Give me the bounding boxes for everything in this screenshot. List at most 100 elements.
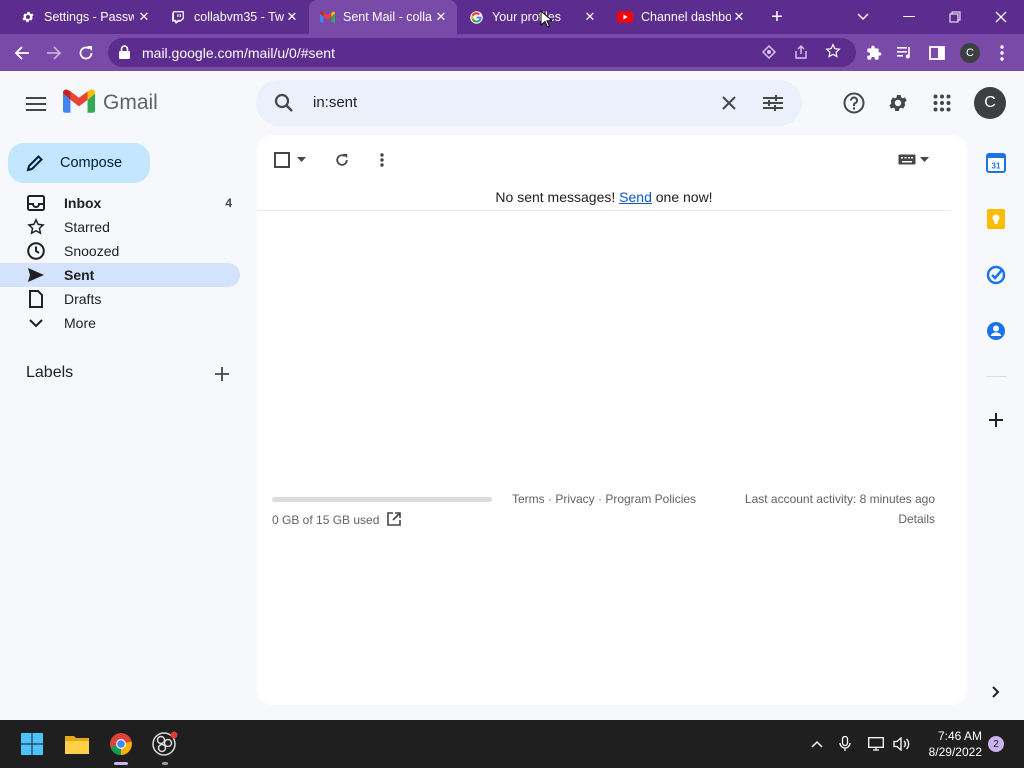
tab-search-chevron-icon[interactable] — [850, 4, 876, 30]
create-label-plus-icon[interactable] — [210, 362, 234, 386]
twitch-icon — [170, 9, 186, 25]
windows-start-icon[interactable] — [16, 728, 48, 760]
browser-menu-icon[interactable] — [989, 40, 1015, 66]
apps-grid-icon[interactable] — [928, 89, 956, 117]
chrome-taskbar-icon[interactable] — [105, 728, 137, 760]
gmail-logo[interactable]: Gmail — [63, 88, 158, 118]
help-icon[interactable] — [840, 89, 868, 117]
send-link[interactable]: Send — [619, 189, 652, 205]
back-icon[interactable] — [9, 40, 35, 66]
search-input[interactable]: in:sent — [313, 94, 357, 111]
tab-settings[interactable]: Settings - Passw ✕ — [10, 0, 160, 34]
windows-taskbar: 7:46 AM 8/29/2022 2 — [0, 720, 1024, 768]
tab-twitch[interactable]: collabvm35 - Tw ✕ — [160, 0, 308, 34]
extensions-puzzle-icon[interactable] — [861, 40, 887, 66]
sidebar-item-label: Starred — [64, 219, 110, 235]
google-icon — [468, 9, 484, 25]
sidebar-item-snoozed[interactable]: Snoozed — [0, 239, 240, 263]
tab-profiles[interactable]: Your profiles ✕ — [458, 0, 606, 34]
inbox-icon — [26, 193, 46, 213]
labels-heading: Labels — [26, 364, 74, 381]
details-link[interactable]: Details — [898, 512, 935, 526]
reload-icon[interactable] — [73, 40, 99, 66]
calendar-icon[interactable]: 31 — [985, 152, 1007, 174]
contacts-icon[interactable] — [985, 320, 1007, 342]
side-panel-icon[interactable] — [924, 40, 950, 66]
account-avatar[interactable]: C — [974, 87, 1006, 119]
profile-avatar[interactable]: C — [957, 40, 983, 66]
refresh-icon[interactable] — [332, 150, 352, 170]
unread-count: 4 — [225, 196, 232, 210]
search-icon[interactable] — [270, 89, 298, 117]
keyboard-icon[interactable] — [897, 151, 917, 167]
tab-title: Sent Mail - colla — [343, 10, 432, 24]
notification-badge[interactable]: 2 — [988, 736, 1004, 752]
tab-title: Channel dashbo — [641, 10, 731, 24]
sidebar-item-label: Inbox — [64, 195, 102, 211]
sidebar-item-label: More — [64, 315, 96, 331]
empty-prefix: No sent messages! — [495, 189, 620, 205]
clear-search-icon[interactable] — [715, 89, 743, 117]
obs-icon[interactable] — [149, 728, 181, 760]
sidebar-item-starred[interactable]: Starred — [0, 215, 240, 239]
sidebar-item-more[interactable]: More — [0, 311, 240, 335]
close-tab-icon[interactable]: ✕ — [433, 9, 449, 25]
more-options-icon[interactable] — [372, 150, 392, 170]
close-window-icon[interactable] — [988, 4, 1014, 30]
select-all-checkbox[interactable] — [273, 151, 291, 169]
compose-label: Compose — [60, 155, 123, 171]
tab-channel-dashboard[interactable]: Channel dashbo ✕ — [607, 0, 755, 34]
network-icon[interactable] — [862, 728, 890, 760]
policies-links[interactable]: Terms · Privacy · Program Policies — [512, 492, 696, 506]
close-tab-icon[interactable]: ✕ — [136, 9, 152, 25]
browser-tab-strip: Settings - Passw ✕ collabvm35 - Tw ✕ Sen… — [0, 0, 1024, 34]
empty-state-message: No sent messages! Send one now! — [257, 189, 951, 205]
share-icon[interactable] — [793, 44, 809, 63]
sidebar-item-inbox[interactable]: Inbox 4 — [0, 191, 240, 215]
calendar-day: 31 — [992, 162, 1001, 171]
lens-icon[interactable] — [761, 44, 777, 62]
restore-icon[interactable] — [942, 4, 968, 30]
file-explorer-icon[interactable] — [61, 728, 93, 760]
compose-button[interactable]: Compose — [8, 143, 150, 183]
tasks-icon[interactable] — [985, 264, 1007, 286]
volume-icon[interactable] — [888, 728, 916, 760]
forward-icon[interactable] — [41, 40, 67, 66]
new-tab-plus-icon[interactable]: + — [764, 4, 790, 30]
sidebar-item-drafts[interactable]: Drafts — [0, 287, 240, 311]
last-activity-text: Last account activity: 8 minutes ago — [744, 492, 935, 506]
expand-side-panel-chevron-icon[interactable] — [988, 684, 1004, 700]
external-link-icon[interactable] — [386, 511, 402, 527]
bookmark-star-icon[interactable] — [825, 43, 841, 62]
tab-title: collabvm35 - Tw — [194, 10, 284, 24]
close-tab-icon[interactable]: ✕ — [731, 9, 747, 25]
input-tools-dropdown-icon[interactable] — [919, 155, 929, 163]
side-divider — [987, 376, 1007, 377]
lock-icon[interactable] — [119, 45, 130, 62]
sidebar-item-label: Sent — [64, 267, 95, 283]
search-bar[interactable]: in:sent — [256, 80, 802, 126]
show-hidden-icons-chevron-icon[interactable] — [802, 728, 832, 760]
message-list-panel: No sent messages! Send one now! 0 GB of … — [257, 135, 967, 705]
main-menu-icon[interactable] — [22, 90, 50, 118]
select-dropdown-icon[interactable] — [295, 153, 307, 165]
youtube-icon — [617, 9, 633, 25]
gmail-icon — [319, 9, 335, 25]
close-tab-icon[interactable]: ✕ — [284, 9, 300, 25]
search-options-icon[interactable] — [759, 89, 787, 117]
system-clock[interactable]: 7:46 AM 8/29/2022 — [929, 728, 982, 760]
media-queue-icon[interactable] — [892, 40, 918, 66]
gmail-wordmark: Gmail — [103, 91, 158, 114]
settings-gear-icon[interactable] — [884, 89, 912, 117]
close-tab-icon[interactable]: ✕ — [582, 9, 598, 25]
add-addon-plus-icon[interactable] — [985, 409, 1007, 431]
keep-icon[interactable] — [985, 208, 1007, 230]
microphone-icon[interactable] — [831, 728, 859, 760]
url-text: mail.google.com/mail/u/0/#sent — [142, 44, 335, 61]
sidebar-item-label: Drafts — [64, 291, 102, 307]
minimize-icon[interactable] — [896, 4, 922, 30]
tab-gmail-sent[interactable]: Sent Mail - colla ✕ — [309, 0, 457, 34]
sidebar-item-label: Snoozed — [64, 243, 120, 259]
sidebar-item-sent[interactable]: Sent — [0, 263, 240, 287]
address-bar[interactable]: mail.google.com/mail/u/0/#sent — [108, 38, 856, 67]
